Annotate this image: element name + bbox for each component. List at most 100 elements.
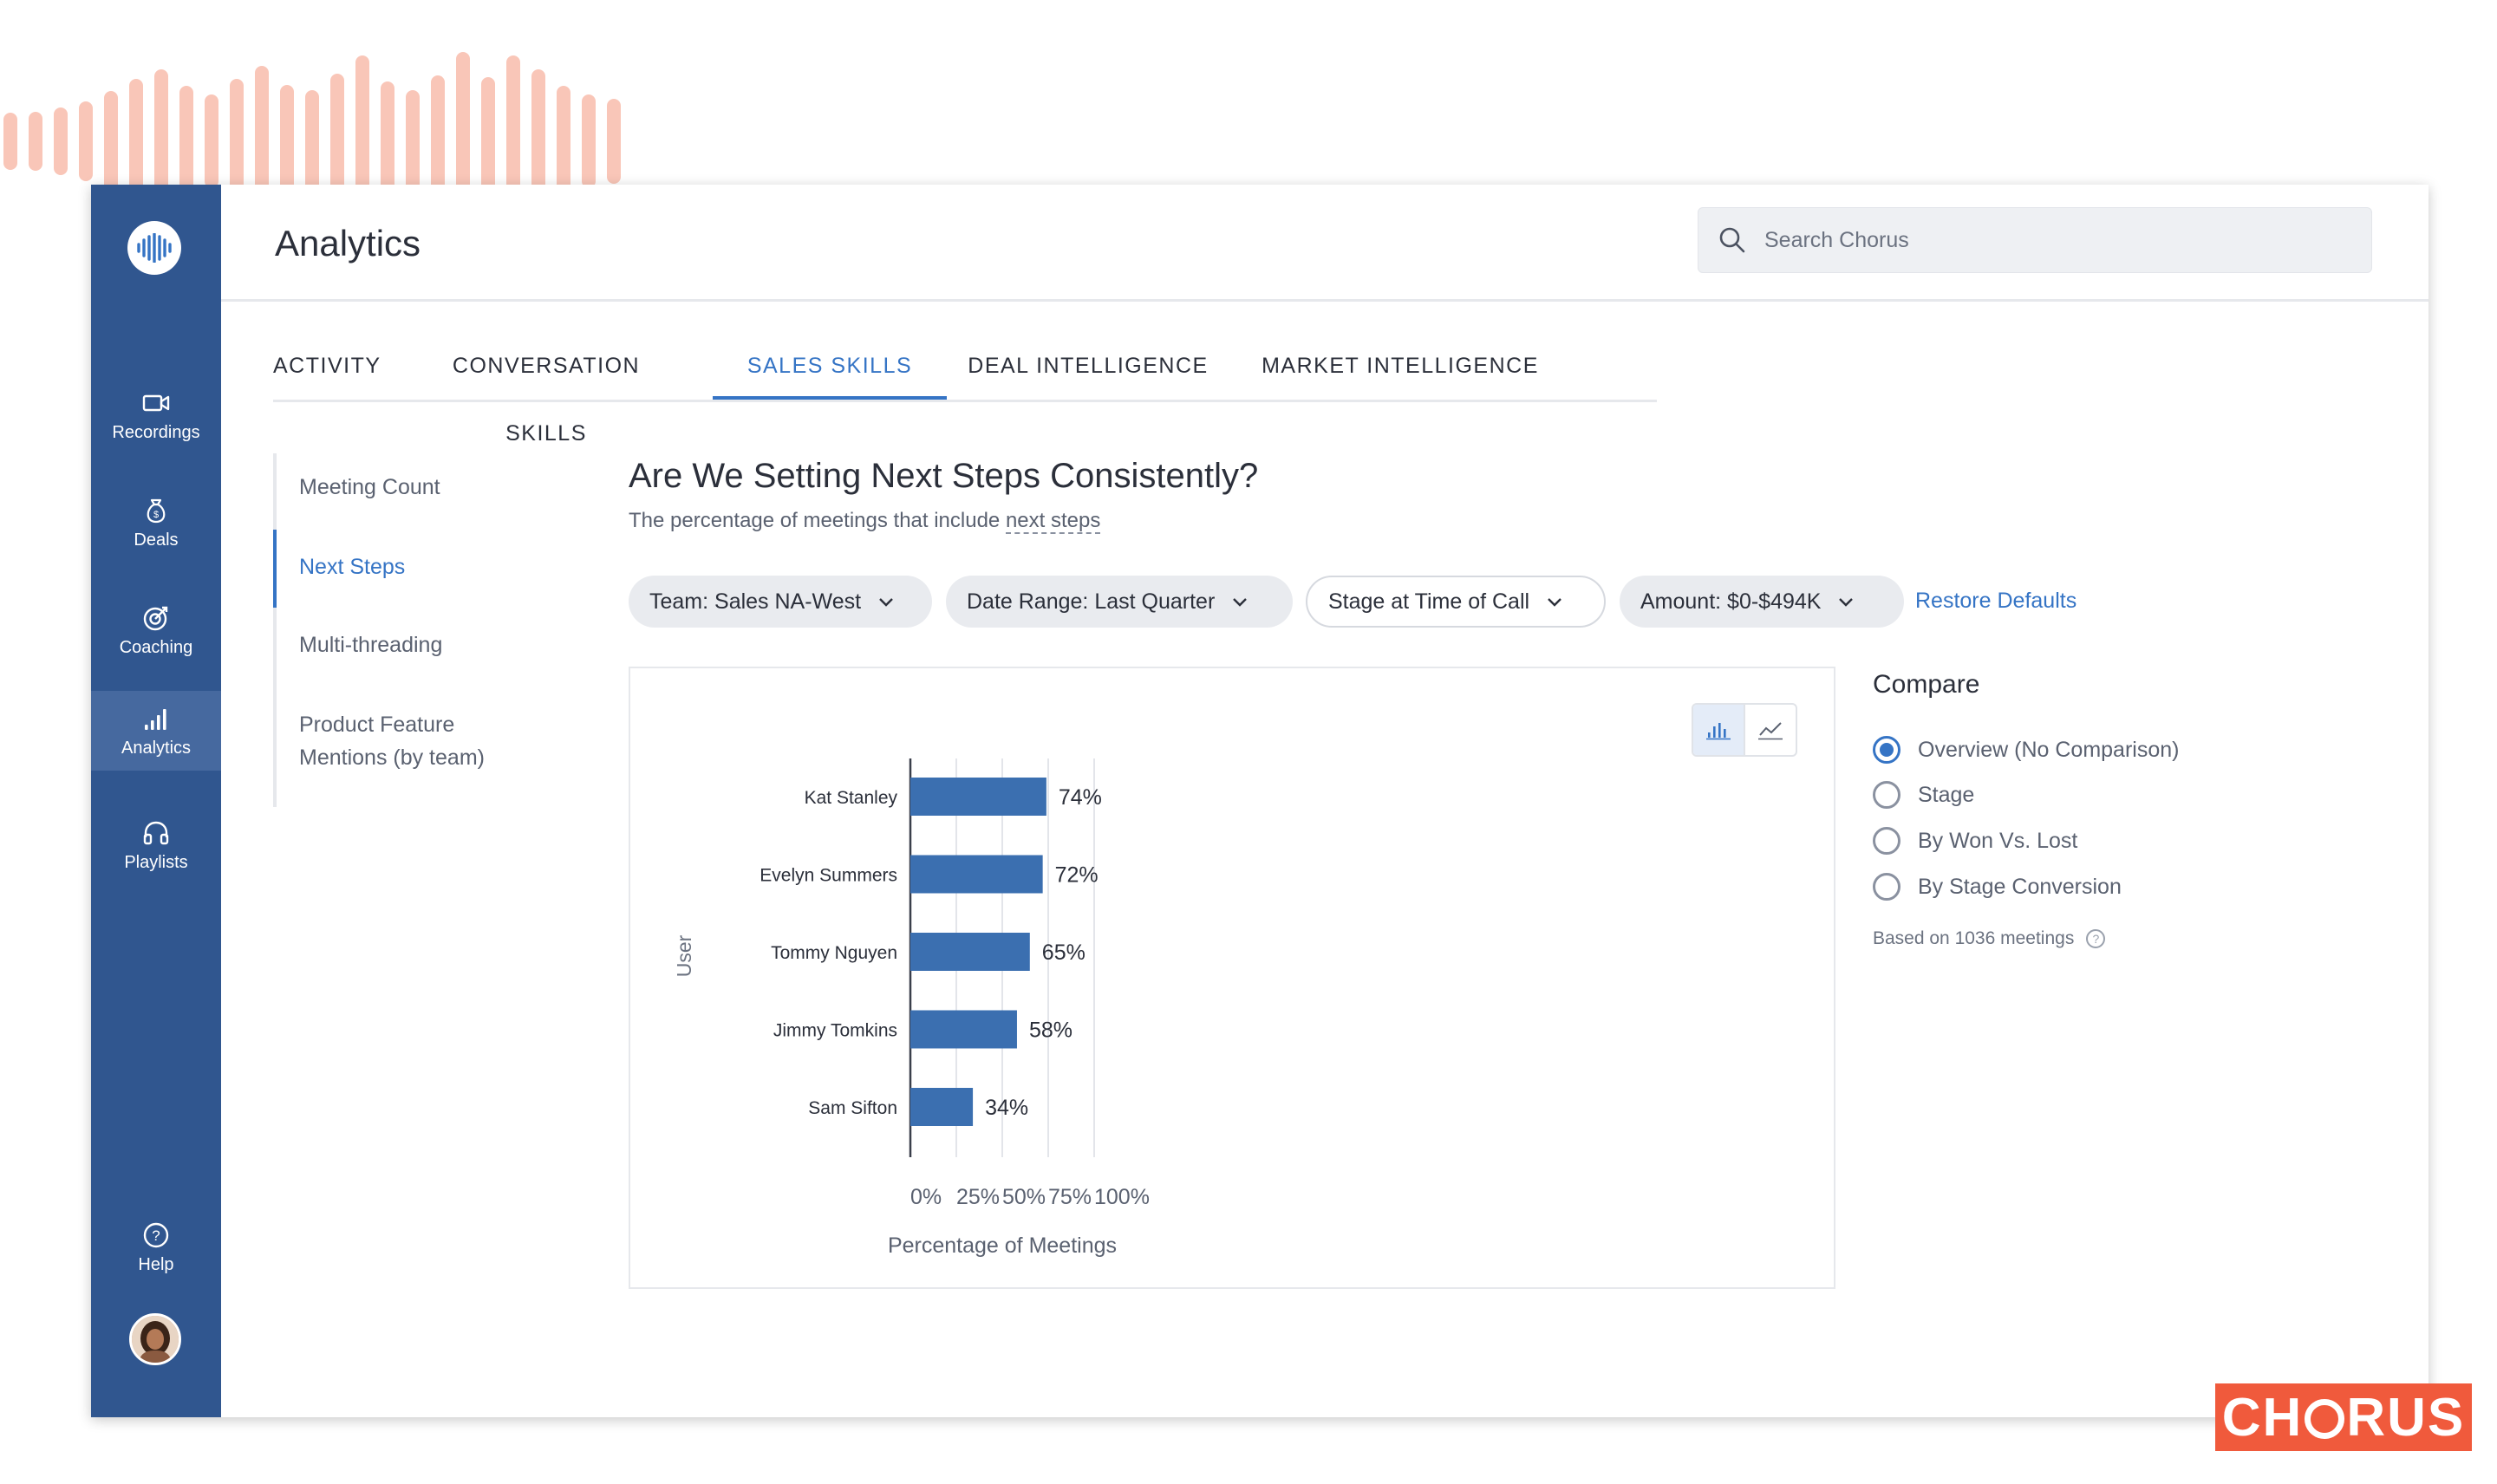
tab-conversation-skills[interactable]: CONVERSATION SKILLS: [412, 332, 681, 446]
chorus-logo[interactable]: [127, 221, 181, 275]
page-title: Analytics: [275, 223, 421, 264]
bar-value-label: 65%: [1042, 941, 1086, 965]
sidebar-item-label: Playlists: [124, 852, 188, 872]
tab-activity[interactable]: ACTIVITY: [273, 332, 380, 400]
x-tick-label: 25%: [956, 1185, 1000, 1209]
sub-nav-meeting-count[interactable]: Meeting Count: [299, 471, 440, 504]
x-tick-label: 75%: [1048, 1185, 1092, 1209]
filter-label: Amount: $0-$494K: [1640, 589, 1822, 614]
svg-text:$: $: [153, 510, 159, 520]
filter-label: Date Range: Last Quarter: [967, 589, 1216, 614]
search-placeholder: Search Chorus: [1764, 227, 1909, 252]
sub-nav-next-steps[interactable]: Next Steps: [299, 550, 405, 583]
category-label: Sam Sifton: [808, 1098, 897, 1118]
sub-nav-active-marker: [273, 530, 277, 608]
bar-value-label: 34%: [985, 1096, 1028, 1120]
filter-team[interactable]: Team: Sales NA-West: [629, 576, 932, 628]
sidebar: Recordings $ Deals Coaching Analytics Pl…: [91, 185, 221, 1417]
chevron-down-icon: [1839, 598, 1854, 607]
compare-option-won-vs-lost[interactable]: By Won Vs. Lost: [1873, 823, 2077, 858]
app-window: Recordings $ Deals Coaching Analytics Pl…: [91, 185, 2429, 1417]
bar-value-label: 58%: [1029, 1019, 1072, 1043]
bar: [910, 855, 1043, 894]
bar-value-label: 74%: [1059, 785, 1102, 810]
sidebar-item-label: Coaching: [119, 637, 193, 657]
category-label: Evelyn Summers: [760, 866, 897, 886]
compare-option-label: By Stage Conversion: [1918, 874, 2122, 899]
chevron-down-icon: [1548, 598, 1561, 607]
bar: [910, 933, 1030, 971]
sub-nav-rail: [273, 453, 277, 807]
filter-label: Stage at Time of Call: [1328, 589, 1530, 614]
brand-o-icon: [2305, 1399, 2345, 1439]
avatar[interactable]: [129, 1313, 181, 1365]
question-subtitle: The percentage of meetings that include …: [629, 509, 1101, 534]
radio-unselected[interactable]: [1873, 781, 1900, 809]
sub-nav-multi-threading[interactable]: Multi-threading: [299, 628, 442, 661]
tab-market-intelligence[interactable]: MARKET INTELLIGENCE: [1244, 332, 1556, 400]
chart-card: 0% 25% 50% 75% 100% Kat Stanley 74% Evelyn Summ…: [629, 667, 1835, 1289]
radio-selected[interactable]: [1873, 736, 1900, 764]
radio-unselected[interactable]: [1873, 827, 1900, 855]
sidebar-item-deals[interactable]: $ Deals: [91, 483, 221, 563]
chevron-down-icon: [879, 598, 893, 607]
x-axis-title: Percentage of Meetings: [888, 1233, 1117, 1258]
chevron-down-icon: [1233, 598, 1248, 607]
category-label: Tommy Nguyen: [771, 943, 897, 963]
x-tick-label: 50%: [1002, 1185, 1046, 1209]
question-subtitle-text: The percentage of meetings that include: [629, 509, 1006, 532]
sidebar-item-label: Deals: [134, 530, 179, 550]
chorus-brand-logo: CH RUS: [2215, 1383, 2472, 1451]
filter-amount[interactable]: Amount: $0-$494K: [1620, 576, 1904, 628]
bar: [910, 1010, 1017, 1049]
filter-label: Team: Sales NA-West: [649, 589, 862, 614]
filter-stage-at-time-of-call[interactable]: Stage at Time of Call: [1306, 576, 1606, 628]
target-icon: [143, 606, 168, 630]
restore-defaults-link[interactable]: Restore Defaults: [1915, 589, 2076, 614]
next-steps-link[interactable]: next steps: [1005, 509, 1101, 534]
radio-unselected[interactable]: [1873, 873, 1900, 901]
sidebar-item-label: Analytics: [121, 738, 192, 758]
money-bag-icon: $: [147, 498, 166, 523]
headphones-icon: [143, 821, 169, 844]
compare-option-overview[interactable]: Overview (No Comparison): [1873, 732, 2179, 767]
sidebar-item-coaching[interactable]: Coaching: [91, 590, 221, 670]
compare-option-stage[interactable]: Stage: [1873, 778, 1974, 812]
sidebar-item-label: Help: [138, 1254, 174, 1274]
help-icon: ?: [143, 1222, 169, 1247]
tab-deal-intelligence[interactable]: DEAL INTELLIGENCE: [967, 332, 1209, 400]
category-label: Kat Stanley: [805, 788, 898, 808]
x-tick-label: 0%: [910, 1185, 942, 1209]
search-input[interactable]: Search Chorus: [1698, 207, 2372, 273]
sidebar-item-analytics[interactable]: Analytics: [91, 691, 221, 771]
brand-text-right: RUS: [2346, 1387, 2466, 1448]
sidebar-item-playlists[interactable]: Playlists: [91, 805, 221, 885]
bar: [910, 778, 1046, 816]
compare-option-stage-conversion[interactable]: By Stage Conversion: [1873, 869, 2122, 904]
based-on-text: Based on 1036 meetings: [1873, 928, 2075, 948]
y-axis-title: User: [673, 934, 695, 977]
category-label: Jimmy Tomkins: [773, 1021, 897, 1041]
video-camera-icon: [142, 394, 170, 411]
bar-chart: 0% 25% 50% 75% 100% Kat Stanley 74% Evelyn Summ…: [673, 758, 1150, 1258]
analytics-tabs: ACTIVITY CONVERSATION SKILLS SALES SKILL…: [273, 332, 1657, 446]
sidebar-item-help[interactable]: ? Help: [91, 1207, 221, 1287]
brand-text-left: CH: [2221, 1387, 2304, 1448]
sidebar-item-label: Recordings: [112, 422, 200, 442]
based-on-meetings: Based on 1036 meetings?: [1873, 928, 2106, 949]
info-help-icon[interactable]: ?: [2086, 929, 2106, 948]
filter-date-range[interactable]: Date Range: Last Quarter: [946, 576, 1293, 628]
compare-title: Compare: [1873, 670, 1980, 699]
x-tick-label: 100%: [1094, 1185, 1150, 1209]
sound-wave-decoration: [3, 52, 621, 186]
sub-nav-product-feature-mentions[interactable]: Product Feature Mentions (by team): [299, 708, 485, 774]
search-icon: [1719, 227, 1745, 253]
compare-option-label: Stage: [1918, 782, 1975, 807]
bar-value-label: 72%: [1055, 863, 1099, 888]
sidebar-item-recordings[interactable]: Recordings: [91, 375, 221, 455]
compare-option-label: Overview (No Comparison): [1918, 737, 2180, 762]
question-title: Are We Setting Next Steps Consistently?: [629, 457, 1259, 495]
compare-option-label: By Won Vs. Lost: [1918, 828, 2078, 853]
svg-text:?: ?: [152, 1227, 160, 1244]
tab-sales-skills[interactable]: SALES SKILLS: [713, 332, 947, 400]
